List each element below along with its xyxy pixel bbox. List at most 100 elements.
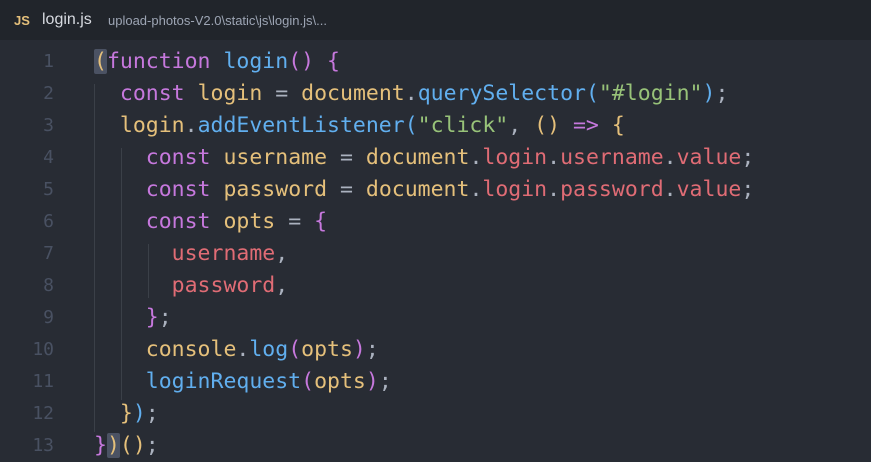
- code-line[interactable]: 5 const password = document.login.passwo…: [0, 174, 871, 206]
- line-number: 1: [43, 51, 54, 72]
- code-token: document: [365, 145, 470, 170]
- tab-filename[interactable]: login.js: [42, 11, 92, 29]
- code-token: ): [702, 81, 716, 106]
- code-token: (): [288, 49, 315, 74]
- code-line[interactable]: 13})();: [0, 430, 871, 462]
- code-line[interactable]: 3 login.addEventListener("click", () => …: [0, 110, 871, 142]
- code-token: ;: [378, 369, 392, 394]
- code-line[interactable]: 12 });: [0, 398, 871, 430]
- code-line[interactable]: 1 (function login() {: [0, 46, 871, 78]
- code-line[interactable]: 11 loginRequest(opts);: [0, 366, 871, 398]
- code-token: ): [365, 369, 379, 394]
- line-number: 10: [32, 339, 54, 360]
- code-token: function: [106, 49, 211, 74]
- code-token: .: [663, 145, 677, 170]
- code-token: ): [352, 337, 366, 362]
- code-token: .: [663, 177, 677, 202]
- line-number: 13: [32, 435, 54, 456]
- code-token: login: [482, 177, 548, 202]
- code-token: .: [469, 177, 483, 202]
- code-token: const: [145, 145, 211, 170]
- code-line[interactable]: 7 username,: [0, 238, 871, 270]
- code-token: document: [365, 177, 470, 202]
- code-text: const password = document.login.password…: [94, 174, 755, 206]
- code-token: password: [560, 177, 664, 202]
- code-token: login: [482, 145, 548, 170]
- code-line[interactable]: 6 const opts = {: [0, 206, 871, 238]
- tab-file-path: upload-photos-V2.0\static\js\login.js\..…: [108, 13, 327, 28]
- code-text: };: [94, 302, 172, 334]
- line-number: 2: [43, 83, 54, 104]
- code-line[interactable]: 4 const username = document.login.userna…: [0, 142, 871, 174]
- line-number: 8: [43, 275, 54, 296]
- code-text: password,: [94, 270, 289, 302]
- code-token: (): [119, 433, 146, 458]
- code-token: login: [223, 49, 289, 74]
- code-editor[interactable]: 1 (function login() {2 const login = docu…: [0, 46, 871, 462]
- code-token: }: [94, 433, 107, 458]
- code-text: });: [94, 398, 159, 430]
- code-token: ;: [741, 177, 755, 202]
- code-token: value: [676, 177, 742, 202]
- code-token: opts: [223, 209, 276, 234]
- code-token: .: [547, 145, 561, 170]
- code-token: ;: [158, 305, 172, 330]
- code-token: ;: [145, 401, 159, 426]
- code-token: username: [171, 241, 276, 266]
- code-token: .: [547, 177, 561, 202]
- code-token: opts: [301, 337, 353, 362]
- code-token: (: [288, 337, 302, 362]
- line-number: 4: [43, 147, 54, 168]
- code-line[interactable]: 2 const login = document.querySelector("…: [0, 78, 871, 110]
- code-token: (: [301, 369, 315, 394]
- code-token: log: [249, 337, 289, 362]
- code-token: ,: [275, 273, 289, 298]
- line-number: 7: [43, 243, 54, 264]
- code-token: password: [223, 177, 328, 202]
- code-token: const: [119, 81, 185, 106]
- code-token: login: [197, 81, 263, 106]
- line-number: 6: [43, 211, 54, 232]
- code-text: login.addEventListener("click", () => {: [94, 110, 625, 142]
- code-token: querySelector: [417, 81, 586, 106]
- code-line[interactable]: 9 };: [0, 302, 871, 334]
- code-line[interactable]: 10 console.log(opts);: [0, 334, 871, 366]
- code-token: ;: [365, 337, 379, 362]
- code-text: const opts = {: [94, 206, 327, 238]
- code-token: .: [236, 337, 250, 362]
- code-token: ): [132, 401, 146, 426]
- code-token: addEventListener: [197, 113, 405, 138]
- matched-bracket: (: [94, 49, 107, 74]
- code-text: username,: [94, 238, 289, 270]
- code-token: {: [327, 49, 340, 74]
- code-token: "click": [417, 113, 509, 138]
- code-token: ;: [741, 145, 755, 170]
- code-token: .: [469, 145, 483, 170]
- code-token: username: [223, 145, 328, 170]
- code-token: password: [171, 273, 276, 298]
- code-token: const: [145, 177, 211, 202]
- code-token: .: [404, 81, 418, 106]
- code-token: opts: [314, 369, 366, 394]
- code-token: }: [145, 305, 159, 330]
- code-line[interactable]: 8 password,: [0, 270, 871, 302]
- code-text: const username = document.login.username…: [94, 142, 755, 174]
